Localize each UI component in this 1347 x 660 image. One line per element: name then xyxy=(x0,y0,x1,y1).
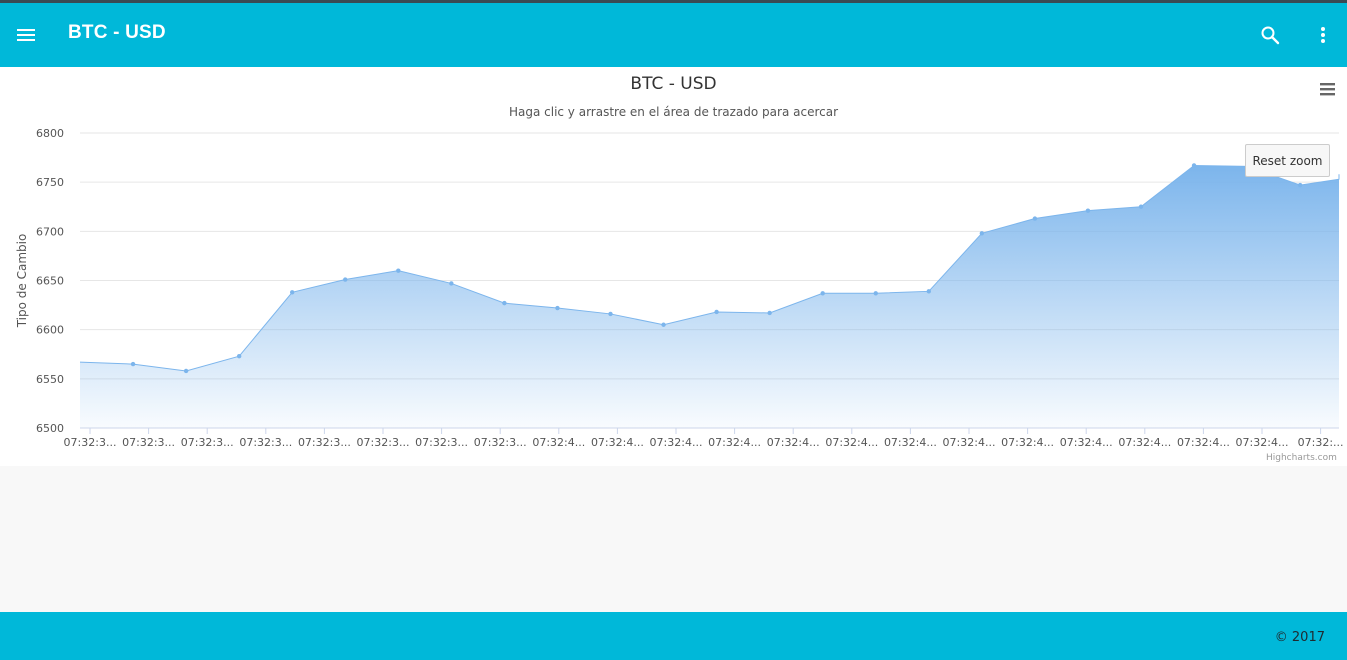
copyright-text: © 2017 xyxy=(1274,630,1325,645)
x-tick-label: 07:32:4... xyxy=(767,436,820,449)
data-point xyxy=(608,311,613,317)
x-tick-label: 07:32:4... xyxy=(1177,436,1230,449)
x-tick-label: 07:32:3... xyxy=(474,436,527,449)
y-tick-label: 6500 xyxy=(36,422,64,435)
hamburger-menu-icon[interactable] xyxy=(1318,81,1338,97)
chart-subtitle: Haga clic y arrastre en el área de traza… xyxy=(508,105,839,119)
x-tick-label: 07:32:4... xyxy=(1060,436,1113,449)
data-point xyxy=(555,305,560,311)
chart-container[interactable]: 6500 6550 6600 6650 6700 6750 6800 Tipo de Camb… xyxy=(0,67,1347,466)
highcharts-credit-link[interactable]: Highcharts.com xyxy=(1266,453,1337,463)
x-tick-label: 07:32:4... xyxy=(825,436,878,449)
y-tick-label: 6800 xyxy=(36,127,64,140)
x-tick-label: 07:32:4... xyxy=(1118,436,1171,449)
data-point xyxy=(714,309,719,315)
data-point xyxy=(1032,216,1038,221)
chart-title: BTC - USD xyxy=(630,74,717,94)
y-tick-label: 6700 xyxy=(36,225,64,238)
footer: © 2017 xyxy=(0,612,1347,660)
x-tick-label: 07:32:4... xyxy=(1236,436,1289,449)
area-chart[interactable]: 6500 6550 6600 6650 6700 6750 6800 Tipo de Camb… xyxy=(0,67,1347,466)
x-tick-label: 07:32:3... xyxy=(122,436,175,449)
data-point xyxy=(1085,208,1091,213)
data-point xyxy=(130,361,136,367)
x-tick-label: 07:32:3... xyxy=(357,436,410,449)
y-tick-label: 6600 xyxy=(36,324,64,337)
x-tick-label: 07:32:3... xyxy=(298,436,351,449)
app-title: BTC - USD xyxy=(68,22,166,43)
x-tick-label: 07:32:4... xyxy=(1001,436,1054,449)
data-point xyxy=(1297,182,1303,188)
data-point xyxy=(873,291,878,296)
x-tick-label: 07:32:3... xyxy=(64,436,117,449)
data-point xyxy=(396,268,401,273)
data-point xyxy=(926,289,931,294)
y-tick-label: 6650 xyxy=(36,275,64,288)
data-point xyxy=(1191,163,1197,168)
data-point xyxy=(449,281,454,286)
series-area xyxy=(80,165,1339,428)
x-tick-label: 07:32:4... xyxy=(708,436,761,449)
x-tick-label: 07:32:3... xyxy=(181,436,234,449)
x-tick-label: 07:32:4... xyxy=(884,436,937,449)
data-point xyxy=(767,310,772,316)
search-icon[interactable] xyxy=(1258,23,1282,47)
x-tick-label: 07:32:4... xyxy=(943,436,996,449)
data-point xyxy=(661,322,666,327)
data-point xyxy=(236,354,242,359)
x-tick-label: 07:32:3... xyxy=(239,436,292,449)
reset-zoom-button[interactable]: Reset zoom xyxy=(1245,144,1330,177)
x-tick-label: 07:32:4... xyxy=(591,436,644,449)
data-point xyxy=(820,291,825,296)
y-tick-label: 6750 xyxy=(36,176,64,189)
data-point xyxy=(183,368,189,374)
data-point xyxy=(979,231,985,236)
y-axis-title: Tipo de Cambio xyxy=(15,234,29,329)
x-tick-label: 07:32:3... xyxy=(415,436,468,449)
data-point xyxy=(502,300,507,306)
more-vert-icon[interactable] xyxy=(1311,23,1335,47)
data-point xyxy=(343,277,348,282)
app-bar: BTC - USD xyxy=(0,3,1347,67)
x-tick-label: 07:32:4... xyxy=(650,436,703,449)
x-tick-label: 07:32:4... xyxy=(532,436,585,449)
data-point xyxy=(290,290,295,295)
y-tick-label: 6550 xyxy=(36,373,64,386)
x-tick-label: 07:32:... xyxy=(1298,436,1344,449)
data-point xyxy=(1138,204,1144,209)
menu-icon[interactable] xyxy=(14,23,38,47)
